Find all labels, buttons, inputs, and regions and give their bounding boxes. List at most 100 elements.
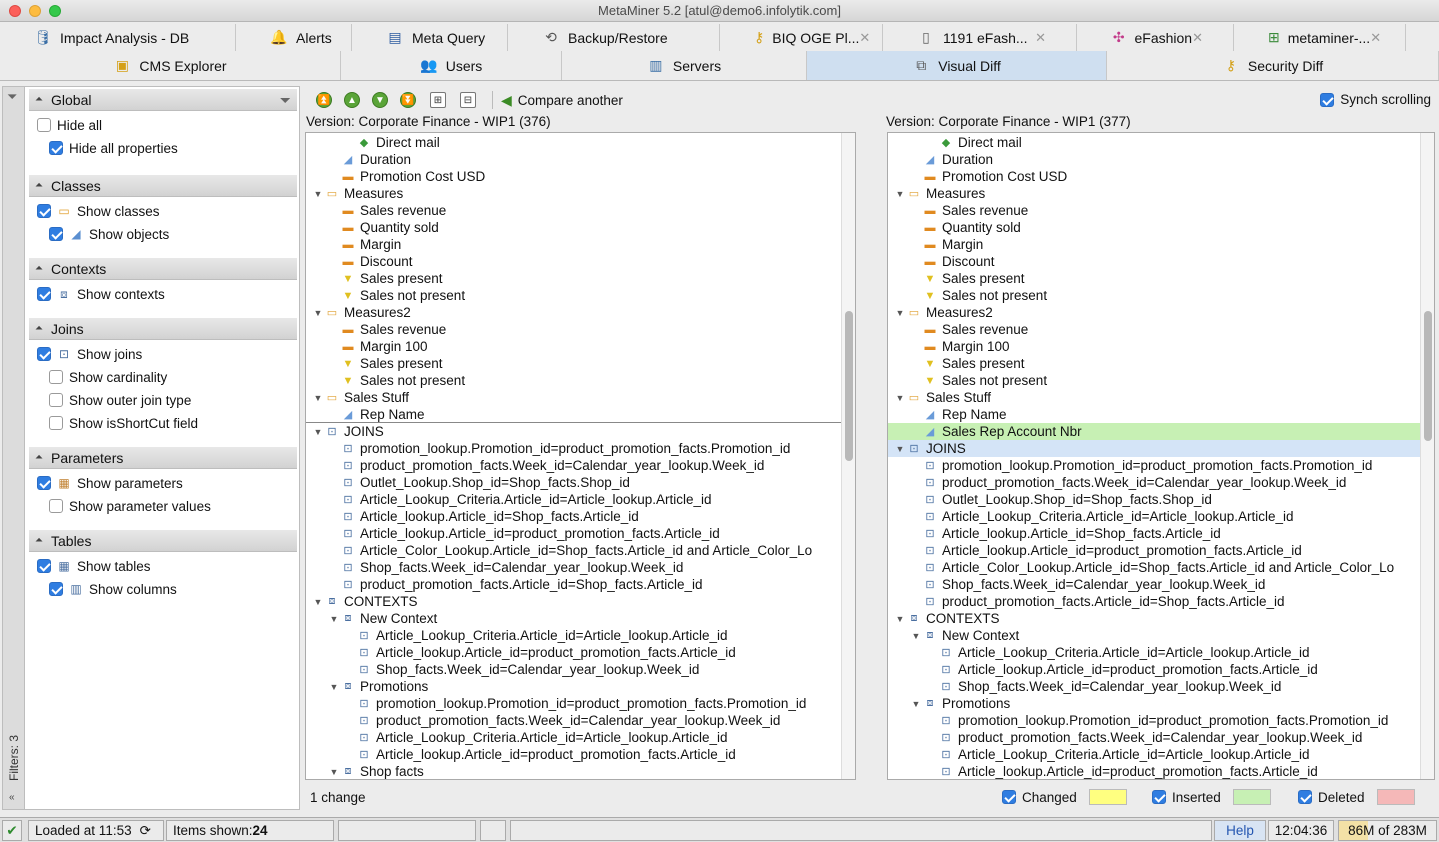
checkbox[interactable] bbox=[49, 141, 63, 155]
legend-inserted[interactable]: Inserted bbox=[1152, 789, 1271, 805]
tree-item[interactable]: ◢ Rep Name bbox=[306, 406, 841, 423]
tree-item[interactable]: ⊡ Article_lookup.Article_id=product_promo… bbox=[306, 525, 841, 542]
tree-group[interactable]: ▼ ⧈ CONTEXTS bbox=[888, 610, 1420, 627]
tree-item[interactable]: ◢ Duration bbox=[306, 151, 841, 168]
checkbox[interactable] bbox=[37, 347, 51, 361]
filter-option-show-parameter-values[interactable]: Show parameter values bbox=[49, 496, 211, 516]
tab-biq-oge-pl[interactable]: ⚷ BIQ OGE Pl... ✕ bbox=[720, 24, 883, 51]
tree-item[interactable]: ▼ Sales not present bbox=[888, 287, 1420, 304]
filter-option-show-objects[interactable]: ◢ Show objects bbox=[49, 224, 169, 244]
expand-toggle-icon[interactable]: ▼ bbox=[312, 427, 324, 437]
tree-item[interactable]: ▬ Sales revenue bbox=[888, 202, 1420, 219]
collapse-section-icon[interactable]: ⏶ bbox=[35, 175, 43, 197]
tab-alerts[interactable]: 🔔 Alerts bbox=[236, 24, 352, 51]
tree-item[interactable]: ⊡ Outlet_Lookup.Shop_id=Shop_facts.Shop_i… bbox=[888, 491, 1420, 508]
expand-toggle-icon[interactable]: ▼ bbox=[328, 767, 340, 777]
filter-section-parameters[interactable]: ⏶ Parameters bbox=[29, 447, 297, 469]
filter-section-tables[interactable]: ⏶ Tables bbox=[29, 530, 297, 552]
tree-item[interactable]: ▼ ⧈ Promotions bbox=[888, 695, 1420, 712]
refresh-icon[interactable]: ⟳ bbox=[140, 823, 151, 839]
expand-toggle-icon[interactable]: ▼ bbox=[894, 308, 906, 318]
checkbox[interactable] bbox=[37, 287, 51, 301]
tree-item[interactable]: ⊡ Article_lookup.Article_id=Shop_facts.Ar… bbox=[888, 525, 1420, 542]
tree-item[interactable]: ⊡ Article_Lookup_Criteria.Article_id=Arti… bbox=[306, 627, 841, 644]
tab-users[interactable]: 👥 Users bbox=[341, 51, 562, 80]
filter-option-show-parameters[interactable]: ▦ Show parameters bbox=[37, 473, 183, 493]
tree-item[interactable]: ⊡ product_promotion_facts.Week_id=Calenda… bbox=[888, 729, 1420, 746]
tree-item[interactable]: ⊡ Article_Lookup_Criteria.Article_id=Arti… bbox=[888, 644, 1420, 661]
tree-item[interactable]: ▼ Sales not present bbox=[888, 372, 1420, 389]
collapse-section-icon[interactable]: ⏶ bbox=[35, 89, 43, 111]
filter-section-contexts[interactable]: ⏶ Contexts bbox=[29, 258, 297, 280]
filter-option-show-cardinality[interactable]: Show cardinality bbox=[49, 367, 167, 387]
tree-item[interactable]: ⊡ Shop_facts.Week_id=Calendar_year_lookup… bbox=[306, 559, 841, 576]
tree-item[interactable]: ◢ Rep Name bbox=[888, 406, 1420, 423]
tree-item[interactable]: ▼ ⧈ Promotions bbox=[306, 678, 841, 695]
tab-1191-efash[interactable]: ▯ 1191 eFash... ✕ bbox=[883, 24, 1077, 51]
checkbox[interactable] bbox=[49, 393, 63, 407]
tree-item[interactable]: ⊡ Article_lookup.Article_id=product_promo… bbox=[888, 542, 1420, 559]
checkbox[interactable] bbox=[37, 118, 51, 132]
tree-item[interactable]: ▼ ⧈ Shop facts bbox=[306, 763, 841, 779]
collapse-section-icon[interactable]: ⏶ bbox=[35, 258, 43, 280]
tree-item[interactable]: ⊡ Shop_facts.Week_id=Calendar_year_lookup… bbox=[888, 678, 1420, 695]
filter-icon[interactable]: ⏷ bbox=[280, 89, 291, 111]
tree-item[interactable]: ⊡ product_promotion_facts.Week_id=Calenda… bbox=[888, 474, 1420, 491]
tree-item[interactable]: ◆ Direct mail bbox=[306, 134, 841, 151]
left-tree-scrollbar[interactable] bbox=[841, 133, 855, 779]
tree-item[interactable]: ◢ Duration bbox=[888, 151, 1420, 168]
checkbox[interactable] bbox=[37, 559, 51, 573]
next-change-button[interactable]: ▼ bbox=[372, 92, 388, 108]
tab-cms-explorer[interactable]: ▣ CMS Explorer bbox=[0, 51, 341, 80]
tree-item[interactable]: ▬ Quantity sold bbox=[888, 219, 1420, 236]
tree-item[interactable]: ▬ Quantity sold bbox=[306, 219, 841, 236]
tree-item[interactable]: ⊡ Article_Lookup_Criteria.Article_id=Arti… bbox=[306, 729, 841, 746]
tree-item[interactable]: ⊡ product_promotion_facts.Article_id=Shop… bbox=[306, 576, 841, 593]
tree-item[interactable]: ⊡ Article_Color_Lookup.Article_id=Shop_fa… bbox=[888, 559, 1420, 576]
filter-option-show-isshortcut-field[interactable]: Show isShortCut field bbox=[49, 413, 198, 433]
expand-toggle-icon[interactable]: ▼ bbox=[312, 189, 324, 199]
checkbox[interactable] bbox=[49, 227, 63, 241]
expand-toggle-icon[interactable]: ▼ bbox=[894, 393, 906, 403]
expand-toggle-icon[interactable]: ▼ bbox=[910, 631, 922, 641]
filter-section-global[interactable]: ⏶ Global ⏷ bbox=[29, 89, 297, 111]
expand-toggle-icon[interactable]: ▼ bbox=[312, 393, 324, 403]
collapse-section-icon[interactable]: ⏶ bbox=[35, 530, 43, 552]
tree-item[interactable]: ⊡ product_promotion_facts.Week_id=Calenda… bbox=[306, 457, 841, 474]
tree-item[interactable]: ⊡ Article_Lookup_Criteria.Article_id=Arti… bbox=[888, 508, 1420, 525]
zoom-window-button[interactable] bbox=[49, 5, 61, 17]
tree-item[interactable]: ▼ Sales not present bbox=[306, 287, 841, 304]
tree-group[interactable]: ▼ ▭ Measures2 bbox=[888, 304, 1420, 321]
right-scroll-thumb[interactable] bbox=[1424, 311, 1432, 441]
close-window-button[interactable] bbox=[9, 5, 21, 17]
legend-checkbox[interactable] bbox=[1002, 790, 1016, 804]
close-tab-icon[interactable]: ✕ bbox=[859, 30, 870, 46]
previous-change-button[interactable]: ▲ bbox=[344, 92, 360, 108]
tree-item[interactable]: ▼ Sales present bbox=[306, 355, 841, 372]
tree-item[interactable]: ▼ ⧈ New Context bbox=[888, 627, 1420, 644]
tree-item[interactable]: ⊡ product_promotion_facts.Week_id=Calenda… bbox=[306, 712, 841, 729]
tree-item[interactable]: ▬ Margin 100 bbox=[888, 338, 1420, 355]
tree-group[interactable]: ▼ ⧈ CONTEXTS bbox=[306, 593, 841, 610]
tree-item[interactable]: ⊡ Article_Lookup_Criteria.Article_id=Arti… bbox=[306, 491, 841, 508]
tree-item[interactable]: ⊡ Outlet_Lookup.Shop_id=Shop_facts.Shop_i… bbox=[306, 474, 841, 491]
right-diff-tree[interactable]: ◆ Direct mail ◢ Duration ▬ Promotion Cost USD… bbox=[887, 132, 1435, 780]
tree-item[interactable]: ◆ Direct mail bbox=[888, 134, 1420, 151]
filter-option-show-tables[interactable]: ▦ Show tables bbox=[37, 556, 151, 576]
right-tree-scrollbar[interactable] bbox=[1420, 133, 1434, 779]
legend-checkbox[interactable] bbox=[1152, 790, 1166, 804]
close-tab-icon[interactable]: ✕ bbox=[1370, 30, 1381, 46]
expand-toggle-icon[interactable]: ▼ bbox=[894, 189, 906, 199]
checkbox[interactable] bbox=[49, 416, 63, 430]
tree-item[interactable]: ▼ Sales present bbox=[306, 270, 841, 287]
tree-item[interactable]: ⊡ Article_lookup.Article_id=product_promo… bbox=[888, 661, 1420, 678]
tree-item[interactable]: ▬ Sales revenue bbox=[306, 321, 841, 338]
checkbox[interactable] bbox=[49, 582, 63, 596]
legend-checkbox[interactable] bbox=[1298, 790, 1312, 804]
synch-scrolling-toggle[interactable]: Synch scrolling bbox=[1320, 92, 1431, 107]
tree-item[interactable]: ⊡ Article_lookup.Article_id=product_promo… bbox=[306, 746, 841, 763]
tree-item[interactable]: ▬ Margin 100 bbox=[306, 338, 841, 355]
tree-item[interactable]: ⊡ promotion_lookup.Promotion_id=product_p… bbox=[306, 695, 841, 712]
tree-group[interactable]: ▼ ▭ Sales Stuff bbox=[306, 389, 841, 406]
expand-toggle-icon[interactable]: ▼ bbox=[894, 614, 906, 624]
